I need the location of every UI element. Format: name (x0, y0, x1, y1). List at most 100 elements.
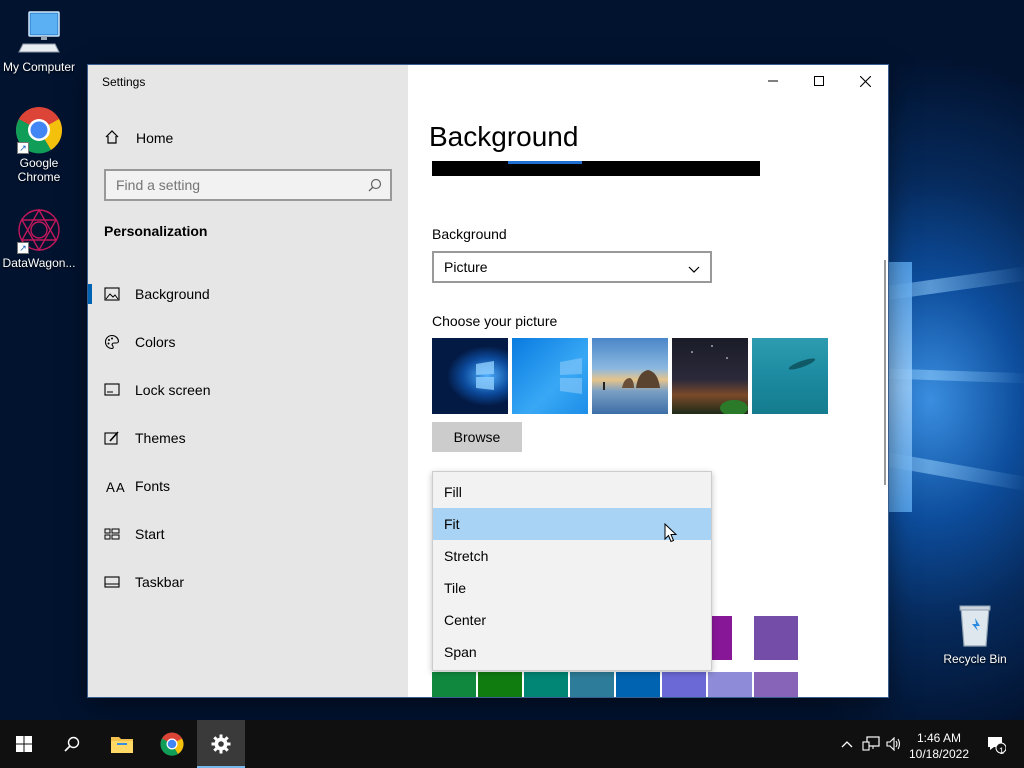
themes-icon (104, 428, 135, 448)
clock-date: 10/18/2022 (908, 747, 970, 761)
search-icon[interactable] (368, 178, 382, 192)
clock-time: 1:46 AM (916, 731, 962, 745)
picture-icon (104, 284, 135, 304)
active-indicator (88, 284, 92, 304)
system-clock[interactable]: 1:46 AM 10/18/2022 (900, 730, 978, 762)
sidebar-item-label: Start (135, 526, 165, 542)
picture-thumbnail-windows-dark[interactable] (432, 338, 508, 414)
settings-sidebar: Settings Home Personalization Background (88, 65, 408, 697)
gear-icon (211, 734, 231, 754)
taskbar: 1:46 AM 10/18/2022 1 (0, 720, 1024, 768)
chrome-taskbar-button[interactable] (148, 720, 196, 768)
color-swatch[interactable] (478, 672, 522, 697)
sidebar-item-taskbar[interactable]: Taskbar (88, 558, 408, 606)
picture-thumbnail-underwater[interactable] (752, 338, 828, 414)
maximize-icon (814, 76, 824, 86)
desktop-icon-my-computer[interactable]: My Computer (0, 10, 79, 74)
choose-picture-label: Choose your picture (432, 313, 558, 329)
sidebar-item-label: Lock screen (135, 382, 211, 398)
notification-count: 1 (999, 746, 1005, 756)
window-title: Settings (102, 75, 146, 89)
sidebar-item-lock-screen[interactable]: Lock screen (88, 366, 408, 414)
sidebar-item-start[interactable]: Start (88, 510, 408, 558)
maximize-button[interactable] (796, 65, 842, 97)
sidebar-item-fonts[interactable]: ＡA Fonts (88, 462, 408, 510)
sidebar-item-background[interactable]: Background (88, 270, 408, 318)
fonts-icon: ＡA (104, 479, 125, 495)
sidebar-item-label: Colors (135, 334, 176, 350)
background-type-value: Picture (444, 259, 488, 275)
start-button[interactable] (0, 720, 48, 768)
desktop-icon-recycle-bin[interactable]: Recycle Bin (935, 602, 1015, 666)
search-button[interactable] (48, 720, 96, 768)
sidebar-item-colors[interactable]: Colors (88, 318, 408, 366)
file-explorer-button[interactable] (98, 720, 146, 768)
close-icon (859, 75, 871, 87)
settings-taskbar-button[interactable] (197, 720, 245, 768)
desktop-icon-google-chrome[interactable]: ↗ Google Chrome (0, 106, 79, 184)
sidebar-item-label: Background (135, 286, 210, 302)
background-type-select[interactable]: Picture (432, 251, 712, 283)
home-icon (104, 129, 136, 148)
color-swatch[interactable] (524, 672, 568, 697)
chrome-icon (160, 732, 184, 756)
color-swatch[interactable] (616, 672, 660, 697)
fit-option-span[interactable]: Span (433, 636, 711, 668)
network-icon (862, 736, 880, 751)
color-swatch[interactable] (432, 672, 476, 697)
browse-button[interactable]: Browse (432, 422, 522, 452)
desktop-icon-label: Recycle Bin (943, 652, 1007, 666)
color-swatch[interactable] (754, 672, 798, 697)
recycle-bin-icon (951, 602, 999, 650)
color-swatch[interactable] (708, 672, 752, 697)
search-input[interactable] (106, 171, 390, 199)
desktop-icon-label: Google Chrome (17, 156, 61, 184)
sidebar-nav: Background Colors Lock screen Themes ＡA … (88, 270, 408, 606)
desktop-icon-datawagon[interactable]: ↗ DataWagon... (0, 206, 79, 270)
sidebar-item-themes[interactable]: Themes (88, 414, 408, 462)
section-heading: Personalization (104, 223, 208, 239)
picture-thumbnails (432, 338, 828, 414)
palette-icon (104, 332, 135, 352)
taskbar-icon (104, 572, 135, 592)
minimize-button[interactable] (750, 65, 796, 97)
sidebar-item-label: Taskbar (135, 574, 185, 590)
nav-home[interactable]: Home (88, 123, 408, 153)
color-swatch[interactable] (662, 672, 706, 697)
computer-icon (15, 10, 63, 58)
datawagon-logo-icon: ↗ (15, 206, 63, 254)
picture-thumbnail-beach-rocks[interactable] (592, 338, 668, 414)
desktop-icon-label: DataWagon... (2, 256, 76, 270)
color-swatch[interactable] (570, 672, 614, 697)
settings-window: Settings Home Personalization Background (88, 65, 888, 697)
preview-highlight (508, 161, 582, 164)
fit-option-tile[interactable]: Tile (433, 572, 711, 604)
desktop-icon-label: My Computer (2, 60, 76, 74)
wallpaper-window-pane (888, 262, 912, 512)
show-hidden-icons-button[interactable] (838, 720, 856, 768)
folder-icon (111, 737, 133, 753)
close-button[interactable] (842, 65, 888, 97)
picture-thumbnail-windows-light[interactable] (512, 338, 588, 414)
color-swatch[interactable] (754, 616, 798, 660)
scrollbar[interactable] (884, 260, 886, 485)
picture-thumbnail-night-sky[interactable] (672, 338, 748, 414)
shortcut-arrow-icon: ↗ (17, 142, 29, 154)
settings-search (104, 169, 392, 201)
sidebar-item-label: Fonts (135, 478, 171, 494)
search-icon (64, 736, 80, 752)
nav-home-label: Home (136, 130, 174, 146)
action-center-button[interactable]: 1 (978, 720, 1014, 768)
shortcut-arrow-icon: ↗ (17, 242, 29, 254)
network-button[interactable] (860, 720, 882, 768)
fit-option-center[interactable]: Center (433, 604, 711, 636)
page-title: Background (429, 121, 579, 152)
choose-fit-dropdown: Fill Fit Stretch Tile Center Span (432, 471, 712, 671)
background-label: Background (432, 226, 507, 242)
chrome-icon: ↗ (15, 106, 63, 154)
background-preview (432, 161, 760, 176)
lock-screen-icon (104, 380, 135, 400)
fit-option-fill[interactable]: Fill (433, 476, 711, 508)
start-icon (104, 524, 135, 544)
windows-logo-icon (16, 736, 32, 752)
